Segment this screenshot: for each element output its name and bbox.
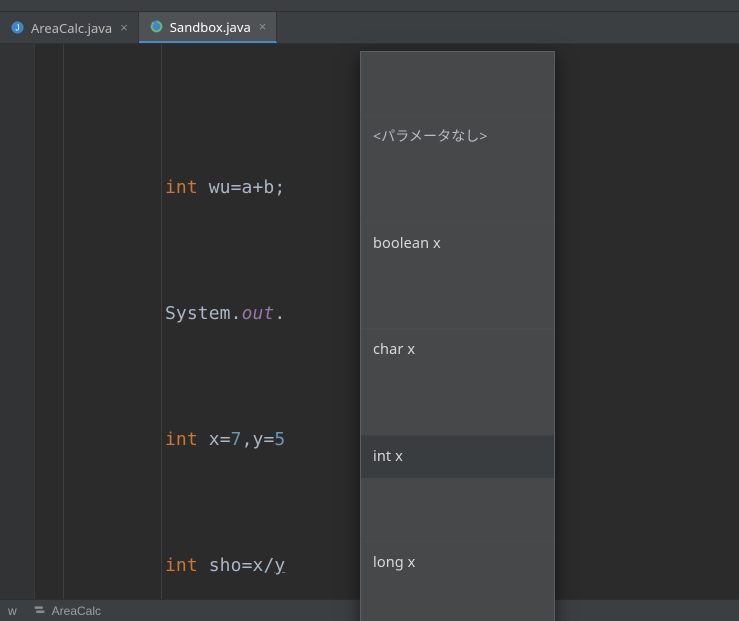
parameter-info-popup: <パラメータなし> boolean x char x int x long x …: [360, 51, 555, 621]
tab-sandbox[interactable]: Sandbox.java ×: [139, 12, 278, 43]
java-class-icon: J: [10, 20, 25, 35]
close-icon[interactable]: ×: [118, 20, 130, 35]
editor-area: 1234 5678 9101112 13141516 17 int wu=a+b…: [0, 44, 739, 599]
editor-tab-bar: J AreaCalc.java × Sandbox.java ×: [0, 12, 739, 44]
code-editor[interactable]: int wu=a+b; System.out.println("wa="+wa)…: [65, 44, 739, 599]
window-top-strip: [0, 0, 739, 12]
svg-text:J: J: [15, 22, 19, 32]
java-class-refresh-icon: [149, 19, 164, 34]
bottom-left-cut: w: [8, 604, 17, 618]
popup-item[interactable]: char x: [361, 328, 554, 372]
popup-header: <パラメータなし>: [361, 115, 554, 159]
tab-areacalc[interactable]: J AreaCalc.java ×: [0, 12, 139, 43]
popup-item[interactable]: long x: [361, 541, 554, 585]
close-icon[interactable]: ×: [257, 19, 269, 34]
line-number-gutter: 1234 5678 9101112 13141516 17: [0, 44, 35, 599]
indent-guide: [35, 44, 65, 599]
stack-icon: [33, 604, 46, 617]
tab-label: AreaCalc.java: [31, 19, 112, 37]
popup-item[interactable]: boolean x: [361, 222, 554, 266]
tab-label: Sandbox.java: [170, 18, 251, 36]
popup-item-selected[interactable]: int x: [361, 435, 554, 479]
